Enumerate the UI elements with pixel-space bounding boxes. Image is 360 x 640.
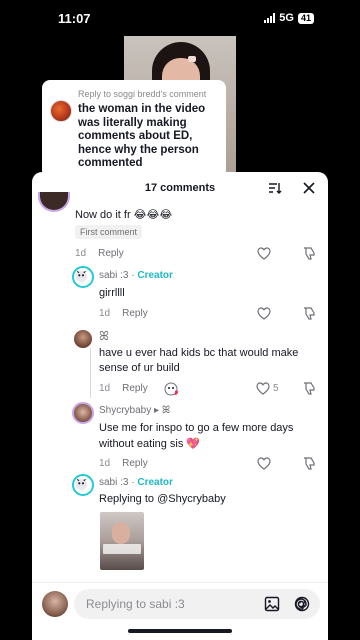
comment-meta: 1d Reply: [99, 308, 148, 319]
comment-input[interactable]: Replying to sabi :3: [74, 589, 320, 619]
avatar[interactable]: [72, 474, 94, 496]
phone-screen: 11:07 5G 41 Reply to soggi bredd's comme…: [32, 0, 328, 640]
avatar[interactable]: [74, 330, 92, 348]
thread-line: [90, 348, 91, 398]
creator-liked-icon: [164, 382, 178, 396]
reply-button[interactable]: Reply: [122, 458, 148, 469]
comment-text: girrllll: [99, 287, 125, 299]
comments-count: 17 comments: [144, 182, 216, 194]
heart-icon[interactable]: [257, 307, 271, 320]
status-right: 5G 41: [264, 12, 314, 24]
dislike-icon[interactable]: [302, 457, 316, 470]
comment-text: without eating sis 💖: [99, 438, 201, 450]
status-time: 11:07: [58, 11, 91, 26]
commenter-name: ꕤ: [99, 329, 109, 343]
comment-time: 1d: [99, 383, 111, 394]
reply-card-source: Reply to soggi bredd's comment: [78, 89, 207, 99]
comments-sheet: 17 comments Now do it fr 😂😂😂 First comme…: [32, 172, 328, 640]
comment-meta: 1d Reply: [75, 248, 124, 259]
commenter-name-text: Shycrybaby: [99, 405, 152, 416]
video-reply-thumbnail[interactable]: [100, 512, 144, 570]
comment-meta: 1d Reply: [99, 458, 148, 469]
sort-icon[interactable]: [268, 181, 282, 195]
comment-time: 1d: [99, 308, 111, 319]
reply-button[interactable]: Reply: [122, 383, 148, 394]
first-comment-badge: First comment: [75, 225, 143, 239]
heart-icon[interactable]: [257, 247, 271, 260]
avatar[interactable]: [38, 192, 70, 212]
dislike-icon[interactable]: [302, 247, 316, 260]
close-icon[interactable]: [302, 181, 316, 195]
like-count: 5: [273, 383, 279, 394]
commenter-name-text: sabi :3: [99, 477, 129, 488]
creator-badge: Creator: [137, 270, 173, 281]
reply-card: Reply to soggi bredd's comment the woman…: [42, 80, 226, 178]
comment-input-placeholder: Replying to sabi :3: [86, 597, 185, 611]
heart-icon[interactable]: [256, 382, 270, 395]
avatar[interactable]: [72, 402, 94, 424]
battery-icon: 41: [297, 12, 314, 24]
comment-meta: 1d Reply: [99, 383, 148, 394]
reply-button[interactable]: Reply: [98, 248, 124, 259]
comment-input-bar: Replying to sabi :3: [32, 582, 328, 640]
commenter-name: sabi :3 · Creator: [99, 270, 173, 281]
network-label: 5G: [279, 12, 294, 24]
commenter-name: sabi :3 · Creator: [99, 477, 173, 488]
image-icon[interactable]: [264, 596, 280, 612]
reply-card-message: the woman in the video was literally mak…: [78, 103, 206, 169]
creator-badge: Creator: [137, 477, 173, 488]
heart-icon[interactable]: [257, 457, 271, 470]
reply-card-avatar: [50, 100, 72, 122]
comments-header: 17 comments: [32, 172, 328, 204]
mention-icon[interactable]: [293, 596, 309, 612]
commenter-name-text: sabi :3: [99, 270, 129, 281]
comment-text: Replying to @Shycrybaby: [99, 493, 226, 505]
comment-text: Now do it fr 😂😂😂: [75, 209, 173, 221]
avatar[interactable]: [72, 266, 94, 288]
status-bar: 11:07 5G 41: [32, 0, 328, 36]
comment-time: 1d: [75, 248, 87, 259]
comment-text: Use me for inspo to go a few more days: [99, 422, 294, 434]
comment-time: 1d: [99, 458, 111, 469]
reply-button[interactable]: Reply: [122, 308, 148, 319]
dislike-icon[interactable]: [302, 307, 316, 320]
my-avatar: [42, 591, 68, 617]
comment-text: sense of ur build: [99, 362, 180, 374]
signal-icon: [264, 13, 276, 23]
reply-arrow: ▸ ꕤ: [154, 405, 171, 416]
home-indicator: [128, 629, 232, 633]
dislike-icon[interactable]: [302, 382, 316, 395]
commenter-name: Shycrybaby ▸ ꕤ: [99, 405, 170, 416]
comment-text: have u ever had kids bc that would make: [99, 347, 299, 359]
